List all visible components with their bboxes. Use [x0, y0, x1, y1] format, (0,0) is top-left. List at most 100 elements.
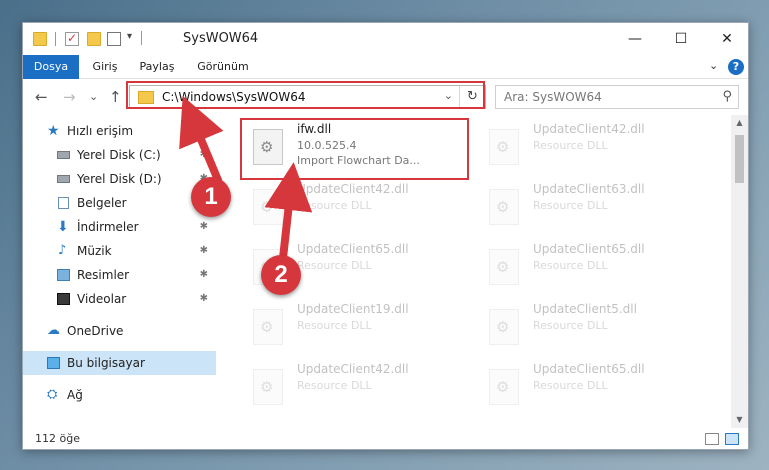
minimize-button[interactable]: — — [612, 23, 658, 55]
file-version: Resource DLL — [533, 319, 608, 332]
dll-file-icon — [253, 309, 283, 345]
file-item[interactable]: UpdateClient63.dll Resource DLL — [481, 177, 711, 235]
file-item[interactable]: UpdateClient65.dll Resource DLL — [481, 237, 711, 295]
window-title: SysWOW64 — [183, 31, 259, 46]
file-name: UpdateClient63.dll — [533, 182, 645, 196]
callout-2: 2 — [261, 255, 301, 295]
tab-share[interactable]: Paylaş — [131, 55, 183, 79]
expand-ribbon-icon[interactable]: ⌄ — [709, 59, 718, 72]
file-highlight — [240, 118, 469, 180]
folder-icon — [33, 32, 47, 46]
file-version: Resource DLL — [533, 379, 608, 392]
file-name: UpdateClient65.dll — [297, 242, 409, 256]
maximize-button[interactable]: ☐ — [658, 23, 704, 55]
divider — [55, 32, 56, 46]
scrollbar-thumb[interactable] — [735, 135, 744, 183]
pin-icon[interactable]: ✱ — [200, 215, 208, 239]
videos-icon — [57, 293, 70, 305]
file-item[interactable]: UpdateClient5.dll Resource DLL — [481, 297, 711, 355]
pin-icon[interactable]: ✱ — [200, 263, 208, 287]
sidebar-item-music[interactable]: ♪ Müzik ✱ — [23, 239, 216, 263]
sidebar-item-local-disk-d[interactable]: Yerel Disk (D:) ✱ — [23, 167, 216, 191]
file-name: UpdateClient5.dll — [533, 302, 637, 316]
scroll-down-icon[interactable]: ▼ — [731, 412, 748, 428]
music-icon: ♪ — [58, 243, 67, 258]
sidebar-item-downloads[interactable]: ⬇ İndirmeler ✱ — [23, 215, 216, 239]
navigation-pane: ★ Hızlı erişim Yerel Disk (C:) ✱ Yerel D… — [23, 115, 216, 428]
file-version: Resource DLL — [533, 139, 608, 152]
up-button[interactable]: ↑ — [109, 88, 122, 106]
dll-file-icon — [489, 249, 519, 285]
sidebar-item-videos[interactable]: Videolar ✱ — [23, 287, 216, 311]
tiles-view-icon[interactable] — [725, 433, 739, 445]
sidebar-item-local-disk-c[interactable]: Yerel Disk (C:) ✱ — [23, 143, 216, 167]
file-name: UpdateClient65.dll — [533, 362, 645, 376]
search-icon[interactable]: ⚲ — [722, 89, 732, 104]
close-button[interactable]: ✕ — [704, 23, 750, 55]
pin-icon[interactable]: ✱ — [200, 287, 208, 311]
disk-icon — [57, 151, 70, 159]
file-item[interactable]: UpdateClient65.dll Resource DLL — [481, 357, 711, 415]
sidebar-item-pictures[interactable]: Resimler ✱ — [23, 263, 216, 287]
sidebar-item-label: Bu bilgisayar — [67, 356, 145, 370]
tab-home[interactable]: Giriş — [83, 55, 127, 79]
back-button[interactable]: ← — [35, 88, 48, 106]
file-item[interactable]: UpdateClient19.dll Resource DLL — [245, 297, 475, 355]
ribbon-tabs: Dosya Giriş Paylaş Görünüm ⌄ ? — [23, 55, 748, 79]
item-count: 112 öğe — [35, 432, 80, 445]
sidebar-item-label: Müzik — [77, 244, 112, 258]
file-name: UpdateClient42.dll — [297, 182, 409, 196]
new-folder-icon[interactable] — [87, 32, 101, 46]
onedrive-icon: ☁ — [47, 323, 60, 338]
tab-file[interactable]: Dosya — [23, 55, 79, 79]
dll-file-icon — [253, 369, 283, 405]
tab-view[interactable]: Görünüm — [189, 55, 257, 79]
sidebar-item-this-pc[interactable]: Bu bilgisayar — [23, 351, 216, 375]
sidebar-item-label: Resimler — [77, 268, 130, 282]
download-icon: ⬇ — [57, 219, 69, 235]
sidebar-item-label: Belgeler — [77, 196, 127, 210]
file-name: UpdateClient65.dll — [533, 242, 645, 256]
pictures-icon — [57, 269, 70, 281]
help-icon[interactable]: ? — [728, 59, 744, 75]
pin-icon[interactable]: ✱ — [200, 143, 208, 167]
file-version: Resource DLL — [533, 259, 608, 272]
file-item[interactable]: UpdateClient42.dll Resource DLL — [481, 117, 711, 175]
file-version: Resource DLL — [533, 199, 608, 212]
file-version: Resource DLL — [297, 379, 372, 392]
dll-file-icon — [489, 309, 519, 345]
title-bar: ✓ ▾ SysWOW64 — ☐ ✕ — [23, 23, 748, 55]
sidebar-item-label: Hızlı erişim — [67, 124, 134, 138]
search-box[interactable]: Ara: SysWOW64 ⚲ — [495, 85, 739, 109]
quick-access-dropdown-icon[interactable]: ▾ — [127, 31, 132, 42]
details-view-icon[interactable] — [705, 433, 719, 445]
file-item[interactable]: UpdateClient42.dll Resource DLL — [245, 357, 475, 415]
sidebar-item-label: Videolar — [77, 292, 127, 306]
file-name: UpdateClient42.dll — [297, 362, 409, 376]
dll-file-icon — [253, 189, 283, 225]
sidebar-item-documents[interactable]: Belgeler ✱ — [23, 191, 216, 215]
this-pc-icon — [47, 357, 60, 369]
file-version: Resource DLL — [297, 319, 372, 332]
sidebar-item-label: OneDrive — [67, 324, 124, 338]
search-input[interactable]: Ara: SysWOW64 — [504, 90, 602, 104]
recent-locations-button[interactable]: ⌄ — [89, 90, 98, 103]
documents-icon — [58, 197, 69, 209]
sidebar-item-network[interactable]: ⛭ Ağ — [23, 383, 216, 407]
forward-button[interactable]: → — [63, 88, 76, 106]
vertical-scrollbar[interactable]: ▲ ▼ — [731, 115, 748, 428]
file-version: Resource DLL — [297, 199, 372, 212]
callout-1: 1 — [191, 177, 231, 217]
divider — [141, 31, 151, 45]
address-bar-highlight — [126, 81, 485, 109]
sidebar-item-quick-access[interactable]: ★ Hızlı erişim — [23, 119, 216, 143]
properties-icon[interactable]: ✓ — [65, 31, 79, 46]
sidebar-item-onedrive[interactable]: ☁ OneDrive — [23, 319, 216, 343]
network-icon: ⛭ — [47, 387, 58, 402]
customize-toolbar-icon[interactable] — [107, 32, 121, 46]
scroll-up-icon[interactable]: ▲ — [731, 115, 748, 131]
file-name: UpdateClient19.dll — [297, 302, 409, 316]
pin-icon[interactable]: ✱ — [200, 239, 208, 263]
dll-file-icon — [489, 369, 519, 405]
file-item[interactable]: UpdateClient42.dll Resource DLL — [245, 177, 475, 235]
